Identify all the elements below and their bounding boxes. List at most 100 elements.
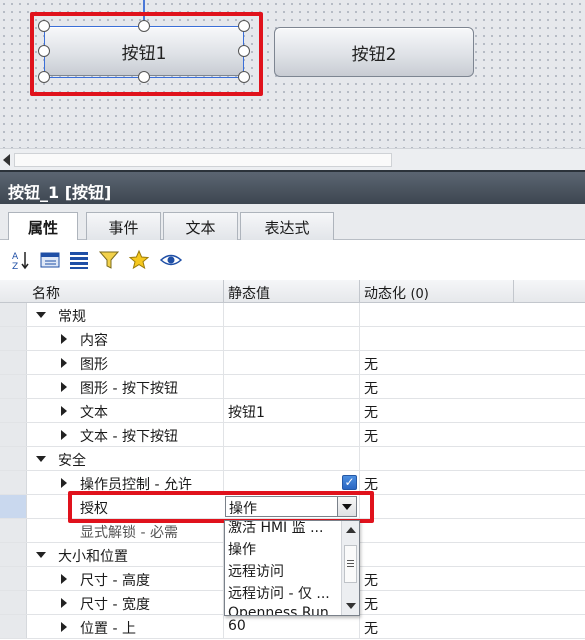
expand-arrow-icon[interactable]	[61, 574, 67, 584]
row-gutter	[0, 543, 27, 566]
scrollbar-thumb[interactable]	[14, 153, 392, 167]
resize-handle-right[interactable]	[238, 45, 250, 57]
resize-handle-top-left[interactable]	[38, 20, 50, 32]
hmi-button-2[interactable]: 按钮2	[274, 27, 474, 77]
tab-expressions[interactable]: 表达式	[240, 212, 334, 240]
scrollbar-thumb[interactable]	[344, 545, 357, 583]
tab-properties[interactable]: 属性	[8, 212, 78, 241]
tab-texts[interactable]: 文本	[163, 212, 238, 240]
row-name: 常规	[58, 309, 86, 325]
chevron-down-icon[interactable]	[337, 497, 356, 516]
expand-arrow-icon[interactable]	[61, 622, 67, 632]
property-row-content[interactable]: 内容	[0, 327, 585, 351]
collapse-arrow-icon[interactable]	[36, 456, 46, 462]
scroll-left-arrow-icon[interactable]	[3, 154, 10, 166]
row-name: 尺寸 - 宽度	[80, 597, 150, 613]
collapse-arrow-icon[interactable]	[36, 552, 46, 558]
resize-handle-left[interactable]	[38, 45, 50, 57]
dropdown-option[interactable]: 远程访问	[228, 561, 340, 581]
dynamization-value[interactable]: 无	[364, 570, 378, 590]
row-gutter	[0, 471, 27, 494]
expand-arrow-icon[interactable]	[61, 406, 67, 416]
dynamization-value[interactable]: 无	[364, 594, 378, 614]
expand-arrow-icon[interactable]	[61, 358, 67, 368]
dynamization-value[interactable]: 无	[364, 426, 378, 446]
property-row-operator-control[interactable]: 操作员控制 - 允许 ✓ 无	[0, 471, 585, 495]
dropdown-option[interactable]: 激活 HMI 监 ...	[228, 521, 340, 537]
property-row-graphic-pressed[interactable]: 图形 - 按下按钮 无	[0, 375, 585, 399]
category-view-icon[interactable]	[38, 248, 62, 272]
authorization-dropdown-list[interactable]: 激活 HMI 监 ... 操作 远程访问 远程访问 - 仅 ... Openne…	[224, 520, 360, 616]
resize-handle-top-right[interactable]	[238, 20, 250, 32]
dropdown-option[interactable]: 远程访问 - 仅 ...	[228, 583, 340, 603]
property-row-graphic[interactable]: 图形 无	[0, 351, 585, 375]
column-divider[interactable]	[223, 280, 224, 303]
resize-handle-bottom-right[interactable]	[238, 71, 250, 83]
dropdown-option[interactable]: 操作	[228, 539, 340, 559]
resize-handle-top[interactable]	[138, 20, 150, 32]
tab-events[interactable]: 事件	[86, 212, 161, 240]
property-row-text[interactable]: 文本 按钮1 无	[0, 399, 585, 423]
row-name: 大小和位置	[58, 549, 128, 565]
column-header-name[interactable]: 名称	[32, 283, 60, 303]
property-row-text-pressed[interactable]: 文本 - 按下按钮 无	[0, 423, 585, 447]
svg-text:A: A	[12, 252, 19, 262]
dropdown-option[interactable]: Openness Run ...	[228, 605, 340, 615]
row-gutter	[0, 615, 27, 638]
dynamization-value[interactable]: 无	[364, 618, 378, 638]
authorization-select-value: 操作	[229, 501, 257, 517]
dynamization-value[interactable]: 无	[364, 354, 378, 374]
column-header-static-value[interactable]: 静态值	[228, 283, 270, 303]
column-divider[interactable]	[359, 280, 360, 303]
hmi-button-1-label: 按钮1	[121, 43, 167, 64]
sort-az-icon[interactable]: AZ	[9, 248, 33, 272]
hmi-button-1[interactable]: 按钮1	[44, 26, 244, 76]
hmi-screen-canvas[interactable]: 按钮1 按钮2	[0, 0, 585, 170]
expand-arrow-icon[interactable]	[61, 478, 67, 488]
row-gutter	[0, 519, 27, 542]
static-value[interactable]: 60	[228, 618, 246, 634]
canvas-horizontal-scrollbar[interactable]	[0, 148, 585, 170]
property-grid-header: 名称 静态值 动态化 (0)	[0, 280, 585, 303]
scroll-down-arrow-icon[interactable]	[346, 603, 356, 609]
dropdown-vertical-scrollbar[interactable]	[341, 521, 359, 615]
operator-control-checkbox[interactable]: ✓	[342, 475, 357, 490]
column-header-dynamic[interactable]: 动态化 (0)	[364, 283, 429, 303]
scroll-up-arrow-icon[interactable]	[346, 527, 356, 533]
filter-icon[interactable]	[97, 248, 121, 272]
row-name: 图形 - 按下按钮	[80, 381, 178, 397]
inspector-tabbar: 属性 事件 文本 表达式	[0, 204, 585, 241]
collapse-arrow-icon[interactable]	[36, 312, 46, 318]
expand-arrow-icon[interactable]	[61, 334, 67, 344]
expand-arrow-icon[interactable]	[61, 382, 67, 392]
resize-handle-bottom-left[interactable]	[38, 71, 50, 83]
row-name: 图形	[80, 357, 108, 373]
group-row-general[interactable]: 常规	[0, 303, 585, 327]
property-row-authorization[interactable]: 授权 操作	[0, 495, 585, 519]
tab-texts-label: 文本	[185, 219, 216, 237]
favorite-star-icon[interactable]	[127, 248, 151, 272]
dynamization-value[interactable]: 无	[364, 378, 378, 398]
row-gutter	[0, 591, 27, 614]
expand-arrow-icon[interactable]	[61, 598, 67, 608]
group-row-security[interactable]: 安全	[0, 447, 585, 471]
column-divider[interactable]	[513, 280, 514, 303]
inspector-title: 按钮_1 [按钮]	[0, 170, 585, 204]
authorization-select[interactable]: 操作	[225, 496, 357, 517]
static-value[interactable]: 按钮1	[228, 402, 265, 422]
row-gutter	[0, 351, 27, 374]
row-gutter	[0, 375, 27, 398]
list-view-icon[interactable]	[67, 248, 91, 272]
expand-arrow-icon[interactable]	[61, 430, 67, 440]
row-gutter	[0, 399, 27, 422]
row-name: 尺寸 - 高度	[80, 573, 150, 589]
visibility-eye-icon[interactable]	[159, 248, 183, 272]
row-name: 位置 - 上	[80, 621, 136, 637]
row-name: 文本 - 按下按钮	[80, 429, 178, 445]
resize-handle-bottom[interactable]	[138, 71, 150, 83]
property-row-position-top[interactable]: 位置 - 上 60 无	[0, 615, 585, 639]
row-name: 文本	[80, 405, 108, 421]
dynamization-value[interactable]: 无	[364, 402, 378, 422]
dynamization-value[interactable]: 无	[364, 474, 378, 494]
row-name: 显式解锁 - 必需	[80, 525, 178, 541]
